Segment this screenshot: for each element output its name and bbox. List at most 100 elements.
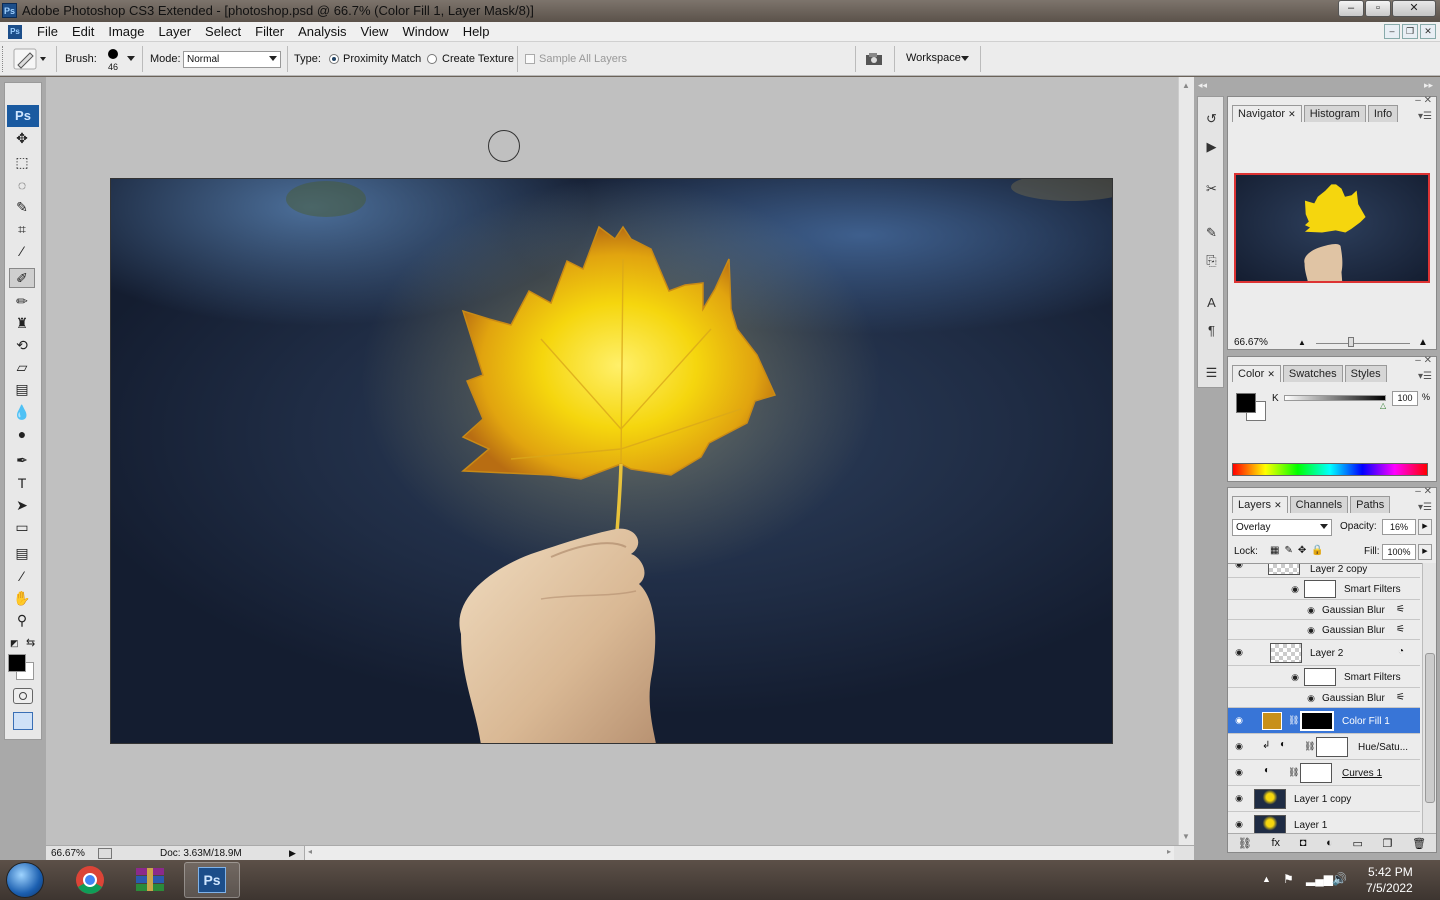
eye-icon[interactable]: ◉ [1232,793,1246,803]
layer-name[interactable]: Layer 1 [1294,820,1327,831]
panel-close-icon[interactable]: – ✕ [1415,486,1432,497]
zoom-in-icon[interactable]: ▲ [1418,337,1428,348]
scroll-up-icon[interactable]: ▲ [1182,81,1190,90]
maximize-button[interactable]: ▫ [1365,0,1391,17]
chevron-down-icon[interactable] [961,56,969,61]
scroll-left-icon[interactable]: ◂ [308,847,312,856]
panel-menu-icon[interactable]: ▾☰ [1418,371,1432,382]
bridge-icon[interactable] [864,51,886,67]
layer-row[interactable]: ◉ Layer 1 copy [1228,786,1420,812]
pen-tool-icon[interactable]: ✒ [9,450,35,470]
quick-selection-tool-icon[interactable]: ✎ [9,197,35,217]
tab-histogram[interactable]: Histogram [1303,105,1366,122]
quick-mask-icon[interactable] [13,688,33,704]
zoom-slider[interactable] [1316,343,1410,344]
shape-tool-icon[interactable]: ▭ [9,517,35,537]
history-brush-tool-icon[interactable]: ⟲ [9,335,35,355]
tool-presets-icon[interactable]: ✂ [1201,179,1222,199]
menu-view[interactable]: View [353,24,395,39]
color-fg-swatch[interactable] [1236,393,1256,413]
taskbar-chrome[interactable] [62,862,118,898]
tab-color[interactable]: Color ✕ [1232,365,1281,382]
tab-channels[interactable]: Channels [1289,496,1349,513]
eye-icon[interactable]: ◉ [1288,584,1302,594]
trash-icon[interactable]: 🗑 [1412,837,1426,850]
chain-link-icon[interactable]: ⛓ [1304,741,1315,752]
menu-layer[interactable]: Layer [152,24,199,39]
menu-help[interactable]: Help [456,24,497,39]
scroll-down-icon[interactable]: ▼ [1182,832,1190,841]
clone-source-icon[interactable]: ⎘ [1201,251,1222,271]
clock-date[interactable]: 7/5/2022 [1366,881,1413,895]
screen-mode-icon[interactable] [13,712,33,730]
taskbar-winrar[interactable] [122,862,178,898]
filter-row[interactable]: ◉ Gaussian Blur ⚟ [1228,620,1420,640]
eyedropper2-tool-icon[interactable]: ⁄ [9,566,35,586]
marquee-tool-icon[interactable]: ⬚ [9,152,35,172]
layer-name[interactable]: Hue/Satu... [1358,742,1408,753]
horizontal-scrollbar[interactable]: ◂ ▸ [304,846,1174,860]
move-tool-icon[interactable]: ✥ [9,128,35,148]
scroll-right-icon[interactable]: ▸ [1167,847,1171,856]
lock-icons[interactable]: ▦✎✥🔒 [1270,545,1329,556]
tab-paths[interactable]: Paths [1350,496,1391,513]
eye-icon[interactable]: ◉ [1232,819,1246,829]
brushes-icon[interactable]: ✎ [1201,223,1222,243]
panel-menu-icon[interactable]: ▾☰ [1418,111,1432,122]
fill-input[interactable]: 100% [1382,544,1416,560]
k-value-input[interactable]: 100 [1392,391,1418,406]
swap-colors-icon[interactable]: ⇆ [26,636,35,649]
brush-tool-icon[interactable]: ✏ [9,291,35,311]
layer-row[interactable]: ◉ Layer 2 copy [1228,564,1420,578]
smart-filters-row[interactable]: ◉ Smart Filters [1228,578,1420,600]
layer-name[interactable]: Layer 2 copy [1310,564,1367,575]
mode-select[interactable]: Normal [183,51,281,68]
tab-swatches[interactable]: Swatches [1282,365,1343,382]
tool-preset-picker[interactable] [12,48,48,70]
layer-comps-icon[interactable]: ☰ [1201,363,1222,383]
menu-analysis[interactable]: Analysis [291,24,353,39]
doc-minimize-button[interactable]: – [1384,24,1400,39]
navigator-zoom[interactable]: 66.67% [1234,337,1268,348]
tab-styles[interactable]: Styles [1344,365,1387,382]
eye-icon[interactable]: ◉ [1304,693,1318,703]
eye-icon[interactable]: ◉ [1232,715,1246,725]
fill-arrow-icon[interactable]: ▶ [1418,544,1432,560]
eye-icon[interactable]: ◉ [1232,647,1246,657]
menu-file[interactable]: File [30,24,65,39]
layer-name[interactable]: Layer 2 [1310,648,1343,659]
doc-close-button[interactable]: ✕ [1420,24,1436,39]
zoom-out-icon[interactable]: ▲ [1298,338,1306,347]
character-icon[interactable]: A [1201,293,1222,313]
network-icon[interactable]: ▂▄▆ [1306,872,1333,886]
tab-navigator[interactable]: Navigator ✕ [1232,105,1302,122]
layer-row[interactable]: ◉ Layer 2 ◔ [1228,640,1420,666]
blending-options-icon[interactable]: ⚟ [1396,604,1405,615]
panel-menu-icon[interactable]: ▾☰ [1418,502,1432,513]
color-ramp[interactable] [1232,463,1428,476]
document-icon[interactable]: Ps [8,25,22,39]
menu-filter[interactable]: Filter [248,24,291,39]
default-colors-icon[interactable]: ◩ [10,638,19,649]
blending-options-icon[interactable]: ⚟ [1396,624,1405,635]
layer-row[interactable]: ◉ ↲ ◐ ⛓ Hue/Satu... [1228,734,1420,760]
menu-window[interactable]: Window [395,24,455,39]
blend-mode-select[interactable]: Overlay [1232,519,1332,536]
eye-icon[interactable]: ◉ [1304,625,1318,635]
flag-icon[interactable]: ⚑ [1283,872,1294,886]
actions-icon[interactable]: ▶ [1201,137,1222,157]
eyedropper-tool-icon[interactable]: ⁄ [9,241,35,261]
taskbar-photoshop[interactable]: Ps [184,862,240,898]
status-menu-icon[interactable] [98,848,112,859]
eye-icon[interactable]: ◉ [1232,767,1246,777]
eye-icon[interactable]: ◉ [1304,605,1318,615]
layer-name[interactable]: Curves 1 [1342,768,1382,779]
path-selection-tool-icon[interactable]: ➤ [9,495,35,515]
opacity-input[interactable]: 16% [1382,519,1416,535]
menu-edit[interactable]: Edit [65,24,101,39]
blending-options-icon[interactable]: ⚟ [1396,692,1405,703]
paragraph-icon[interactable]: ¶ [1201,321,1222,341]
navigator-thumbnail[interactable] [1234,173,1430,283]
layers-scrollbar[interactable] [1422,563,1436,833]
eraser-tool-icon[interactable]: ▱ [9,357,35,377]
